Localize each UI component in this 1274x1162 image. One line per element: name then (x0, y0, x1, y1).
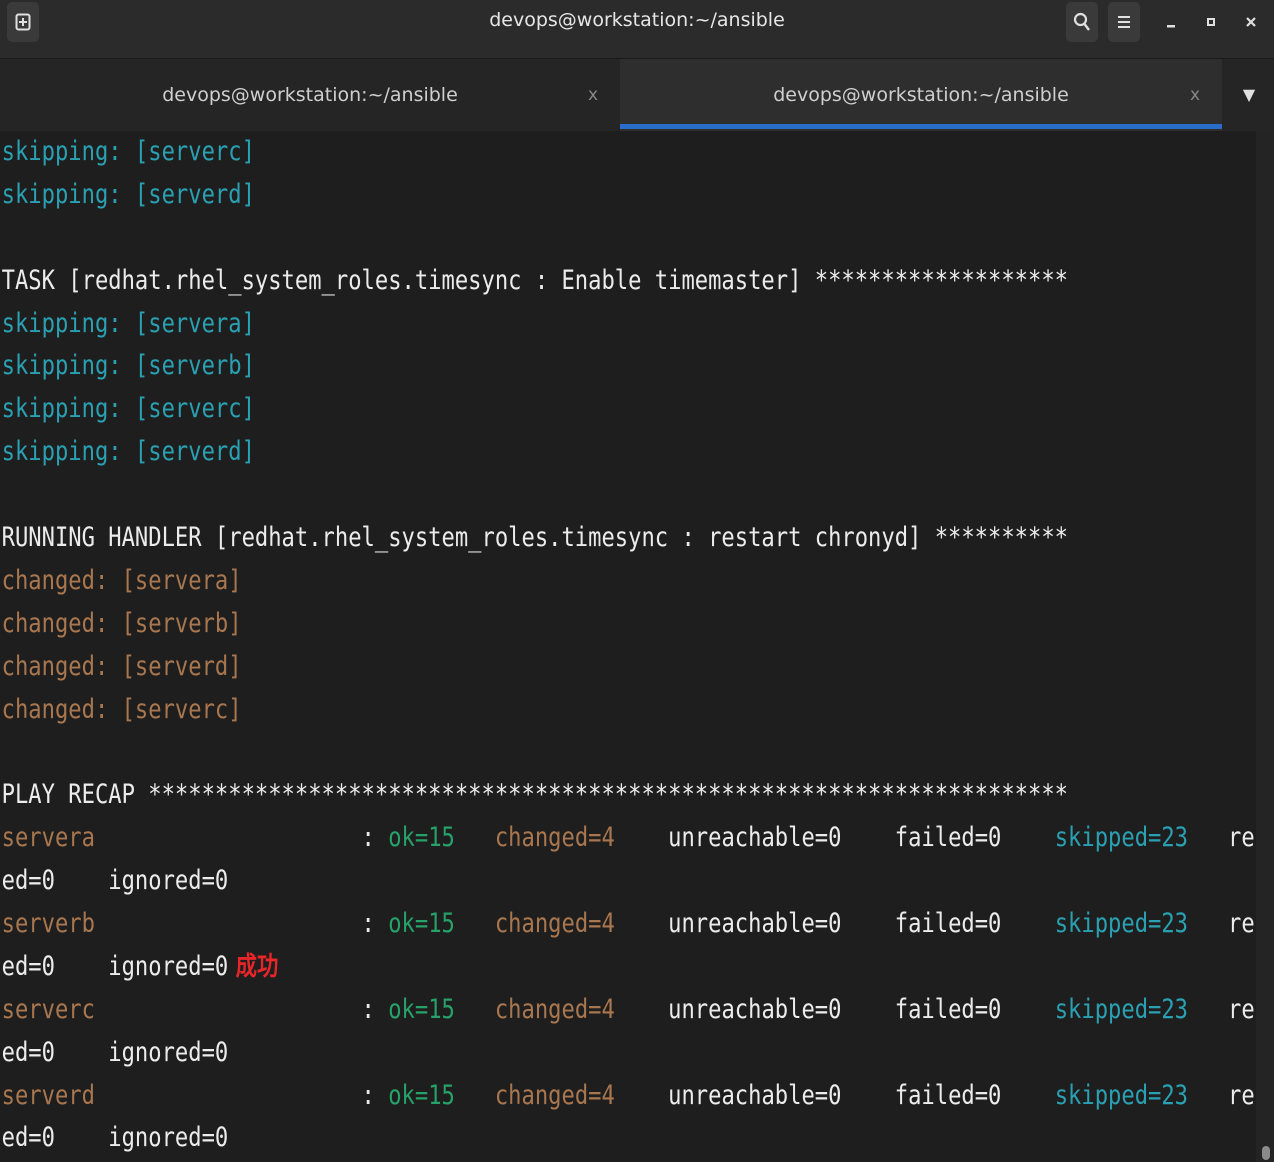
terminal-segment: : (94, 993, 389, 1025)
terminal-line: changed: [servera] (0, 560, 1030, 603)
tab-2[interactable]: devops@workstation:~/ansible x (620, 59, 1222, 131)
terminal-segment (455, 994, 495, 1025)
terminal-line: changed: [serverb] (0, 603, 1030, 646)
terminal-segment: serverb (1, 908, 95, 940)
terminal-segment: skipping: [servera] (1, 307, 255, 339)
terminal-line: skipping: [serverc] (0, 388, 1030, 431)
terminal-line: PLAY RECAP *****************************… (0, 774, 1068, 817)
terminal-segment: ok=15 (388, 908, 455, 940)
terminal-segment: unreachable=0 failed=0 (614, 822, 1055, 854)
terminal-segment: changed=4 (494, 993, 615, 1025)
terminal-line: servera : ok=15 changed=4 unreachable=0 … (0, 817, 1256, 860)
terminal-segment (455, 1080, 495, 1111)
terminal-segment: changed: [servera] (1, 564, 242, 596)
terminal-segment: unreachable=0 failed=0 (614, 1079, 1055, 1111)
chevron-down-icon[interactable]: ▼ (1224, 59, 1274, 131)
terminal-segment: ok=15 (388, 993, 455, 1025)
terminal-segment: skipped=23 (1054, 1079, 1189, 1111)
terminal-segment: ok=15 (388, 1079, 455, 1111)
terminal-line: skipping: [serverb] (0, 345, 1030, 388)
terminal-segment: skipping: [serverc] (1, 393, 255, 425)
terminal-line: skipping: [serverc] (0, 131, 1030, 174)
tab-1[interactable]: devops@workstation:~/ansible x (0, 59, 620, 131)
title-bar: devops@workstation:~/ansible (0, 0, 1274, 59)
tab-1-label: devops@workstation:~/ansible (162, 84, 458, 106)
close-glyph (1246, 17, 1256, 27)
terminal-line: ed=0 ignored=0 成功 (0, 946, 1030, 989)
terminal-line: ed=0 ignored=0 (0, 860, 1030, 903)
terminal-segment: rescu (1228, 1079, 1256, 1111)
terminal-segment: skipping: [serverd] (1, 436, 255, 468)
terminal-segment (455, 908, 495, 939)
annotation-success: 成功 (228, 951, 279, 982)
scrollbar-thumb[interactable] (1262, 1146, 1270, 1160)
terminal-segment: changed=4 (494, 908, 615, 940)
terminal-segment: : (94, 908, 389, 940)
terminal-line: TASK [redhat.rhel_system_roles.timesync … (0, 260, 1068, 303)
active-tab-indicator (620, 124, 1222, 129)
terminal-line: ed=0 ignored=0 (0, 1117, 1030, 1160)
terminal-segment: PLAY RECAP *****************************… (1, 779, 1068, 811)
terminal-segment: ok=15 (388, 822, 455, 854)
terminal-segment: skipping: [serverc] (1, 136, 255, 167)
terminal-segment: skipped=23 (1054, 822, 1189, 854)
minimize-glyph (1167, 25, 1175, 28)
terminal-segment: ed=0 ignored=0 (1, 865, 229, 897)
close-icon[interactable] (1236, 2, 1266, 42)
terminal-line: skipping: [serverd] (0, 431, 1030, 474)
terminal-line: serverc : ok=15 changed=4 unreachable=0 … (0, 989, 1256, 1032)
terminal-segment: unreachable=0 failed=0 (614, 993, 1055, 1025)
terminal-line: skipping: [serverd] (0, 174, 1030, 217)
terminal-segment: changed=4 (494, 1079, 615, 1111)
terminal-segment: serverc (1, 993, 95, 1025)
minimize-icon[interactable] (1156, 2, 1186, 42)
terminal-segment: unreachable=0 failed=0 (614, 908, 1055, 940)
terminal-segment: rescu (1228, 993, 1256, 1025)
terminal-line: changed: [serverd] (0, 646, 1030, 689)
maximize-glyph (1207, 18, 1215, 26)
terminal-segment: changed: [serverc] (1, 693, 242, 725)
terminal-scrollbar[interactable] (1256, 131, 1274, 1162)
terminal-segment: : (94, 1079, 389, 1111)
tab-2-close-icon[interactable]: x (1190, 59, 1200, 131)
terminal-line: RUNNING HANDLER [redhat.rhel_system_role… (0, 517, 1068, 560)
search-icon[interactable] (1066, 2, 1098, 42)
tab-2-label: devops@workstation:~/ansible (773, 84, 1069, 106)
maximize-icon[interactable] (1196, 2, 1226, 42)
terminal-segment: serverd (1, 1079, 95, 1111)
terminal-segment: skipping: [serverb] (1, 350, 255, 382)
terminal-line: ed=0 ignored=0 (0, 1032, 1030, 1075)
terminal-segment: ed=0 ignored=0 (1, 1122, 229, 1154)
terminal-segment: skipped=23 (1054, 908, 1189, 940)
terminal-segment (455, 822, 495, 853)
terminal-segment: changed: [serverb] (1, 607, 242, 639)
terminal-line: skipping: [servera] (0, 303, 1030, 346)
terminal-segment: skipping: [serverd] (1, 178, 255, 210)
terminal-line: serverd : ok=15 changed=4 unreachable=0 … (0, 1075, 1256, 1118)
tab-1-close-icon[interactable]: x (588, 59, 598, 131)
hamburger-menu-icon[interactable] (1108, 2, 1140, 42)
terminal-line: changed: [serverc] (0, 689, 1030, 732)
terminal-output[interactable]: skipping: [serverc] skipping: [serverd] T… (0, 131, 1256, 1162)
tab-bar: devops@workstation:~/ansible x devops@wo… (0, 59, 1274, 131)
search-glyph (1073, 12, 1090, 31)
terminal-segment: rescu (1228, 822, 1256, 854)
terminal-segment: : (94, 822, 389, 854)
terminal-segment: ed=0 ignored=0 (1, 1036, 229, 1068)
terminal-segment: changed=4 (494, 822, 615, 854)
terminal-segment: rescu (1228, 908, 1256, 940)
terminal-segment: skipped=23 (1054, 993, 1189, 1025)
terminal-segment: RUNNING HANDLER [redhat.rhel_system_role… (1, 522, 1068, 554)
terminal-line: serverb : ok=15 changed=4 unreachable=0 … (0, 903, 1256, 946)
terminal-segment: TASK [redhat.rhel_system_roles.timesync … (1, 264, 1068, 296)
terminal-segment: changed: [serverd] (1, 650, 242, 682)
terminal-segment: servera (1, 822, 95, 854)
menu-glyph (1118, 16, 1130, 28)
terminal-segment: ed=0 ignored=0 (1, 950, 229, 982)
